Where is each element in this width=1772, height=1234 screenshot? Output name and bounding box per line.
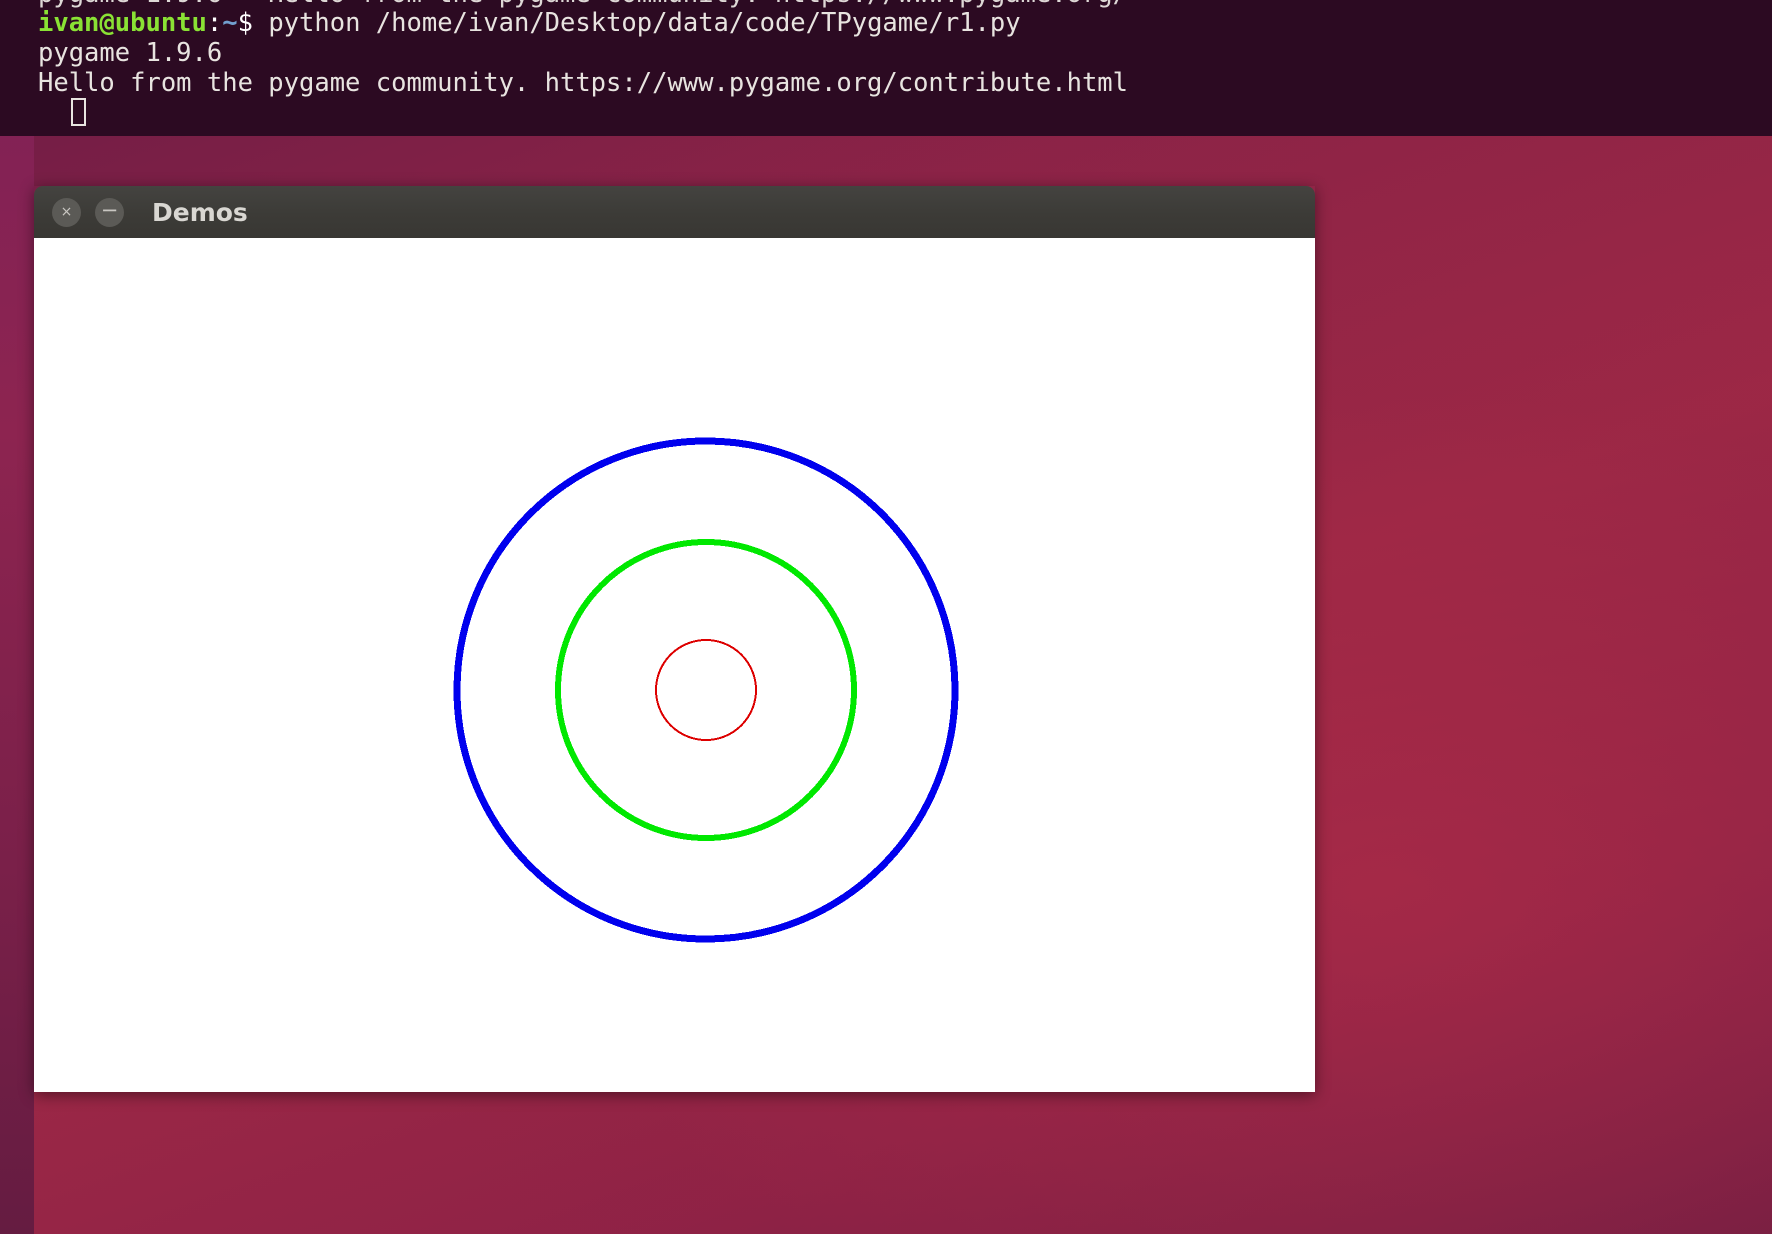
terminal-prompt-dollar: $ <box>237 8 269 38</box>
terminal-prompt-line: ivan@ubuntu:~$ python /home/ivan/Desktop… <box>38 8 1021 38</box>
minimize-button[interactable]: − <box>95 197 124 227</box>
terminal-prompt-colon: : <box>206 8 223 38</box>
pygame-demos-window[interactable]: × − Demos <box>34 186 1315 1092</box>
terminal-prompt-user: ivan@ubuntu <box>38 8 207 38</box>
close-button[interactable]: × <box>52 197 81 227</box>
minimize-icon: − <box>100 197 119 222</box>
terminal-prompt-path: ~ <box>222 8 238 38</box>
terminal-cursor <box>71 98 86 126</box>
window-titlebar[interactable]: × − Demos <box>34 186 1315 238</box>
window-title: Demos <box>152 197 248 227</box>
terminal-output-line-2: Hello from the pygame community. https:/… <box>38 68 1129 98</box>
terminal-command-text: python /home/ivan/Desktop/data/code/TPyg… <box>268 8 1021 38</box>
canvas-background <box>34 238 1315 1092</box>
close-icon: × <box>60 204 73 220</box>
terminal-window[interactable]: pygame 1.9.6 Hello from the pygame commu… <box>0 0 1772 136</box>
concentric-circles-drawing <box>34 238 1315 1092</box>
pygame-canvas[interactable] <box>34 238 1315 1092</box>
terminal-output-line-1: pygame 1.9.6 <box>38 38 223 68</box>
desktop-left-edge-band <box>0 0 34 1234</box>
terminal-text-area[interactable]: pygame 1.9.6 Hello from the pygame commu… <box>34 0 1772 136</box>
